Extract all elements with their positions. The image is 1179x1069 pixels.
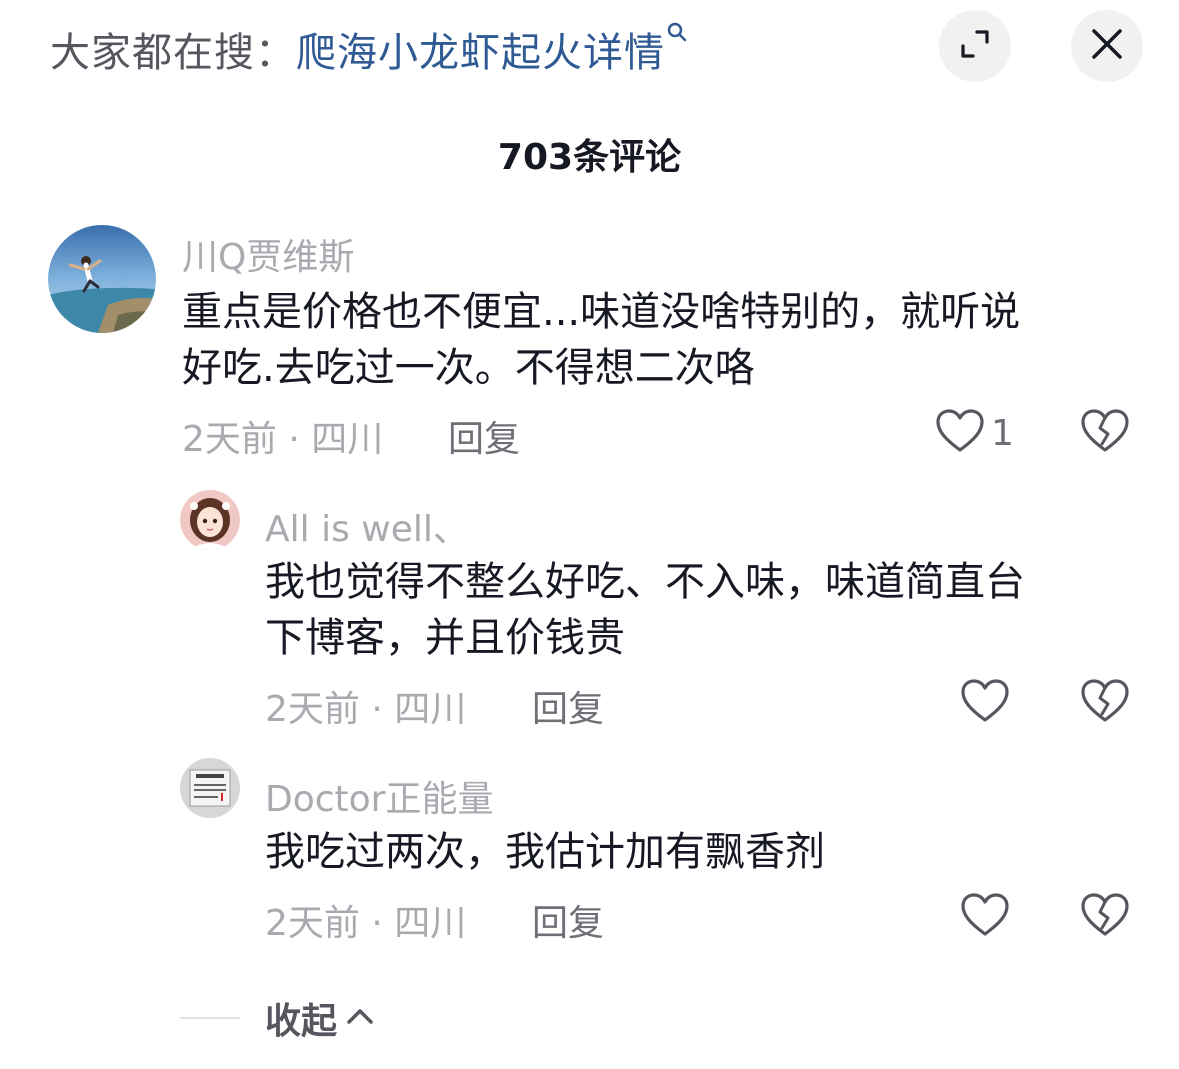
comment-text-line: 好吃.去吃过一次。不得想二次咯 [182, 345, 755, 391]
heart-icon [960, 678, 1010, 728]
comment-username[interactable]: All is well、 [265, 500, 469, 552]
close-button[interactable] [1071, 10, 1143, 82]
collapse-replies-row: 收起 [180, 990, 375, 1046]
heart-icon [960, 892, 1010, 942]
comment-count-title: 703条评论 [497, 137, 682, 178]
comment-text: 我也觉得不整么好吃、不入味，味道简直台 下博客，并且价钱贵 [265, 554, 1145, 666]
search-suggestion[interactable]: 大家都在搜：爬海小龙虾起火详情 [50, 20, 689, 78]
comment-text-line: 我也觉得不整么好吃、不入味，味道简直台 [265, 559, 1025, 605]
heart-icon [935, 408, 985, 458]
like-count: 1 [991, 412, 1014, 454]
search-icon [667, 20, 689, 50]
reply-button[interactable]: 回复 [532, 894, 604, 946]
dislike-button[interactable] [1080, 678, 1130, 728]
chevron-up-icon[interactable] [345, 1005, 375, 1031]
dislike-button[interactable] [1080, 408, 1130, 458]
collapse-replies-button[interactable]: 收起 [265, 992, 337, 1044]
expand-icon [957, 26, 993, 66]
dislike-button[interactable] [1080, 892, 1130, 942]
comment-item: 川Q贾维斯 重点是价格也不便宜...味道没啥特别的，就听说 好吃.去吃过一次。不… [0, 222, 1179, 462]
like-button[interactable]: 1 [935, 408, 1014, 458]
comment-meta: 2天前 · 四川 [182, 419, 384, 460]
comment-text: 我吃过两次，我估计加有飘香剂 [265, 824, 1145, 880]
search-prefix-label: 大家都在搜： [50, 30, 296, 76]
comment-meta: 2天前 · 四川 [265, 903, 467, 944]
like-button[interactable] [960, 892, 1016, 942]
comment-text-line: 下博客，并且价钱贵 [265, 615, 625, 661]
divider [180, 1017, 240, 1019]
broken-heart-icon [1080, 679, 1130, 728]
top-bar: 大家都在搜：爬海小龙虾起火详情 [0, 0, 1179, 100]
comment-username[interactable]: 川Q贾维斯 [182, 228, 354, 280]
avatar[interactable] [180, 758, 240, 818]
close-icon [1089, 26, 1125, 66]
broken-heart-icon [1080, 409, 1130, 458]
broken-heart-icon [1080, 893, 1130, 942]
avatar[interactable] [48, 225, 156, 333]
comment-username[interactable]: Doctor正能量 [265, 770, 493, 822]
reply-comment-item: All is well、 我也觉得不整么好吃、不入味，味道简直台 下博客，并且价… [0, 488, 1179, 738]
expand-button[interactable] [939, 10, 1011, 82]
avatar[interactable] [180, 490, 240, 550]
comment-text-line: 重点是价格也不便宜...味道没啥特别的，就听说 [182, 289, 1021, 335]
comment-text: 重点是价格也不便宜...味道没啥特别的，就听说 好吃.去吃过一次。不得想二次咯 [182, 284, 1142, 396]
reply-button[interactable]: 回复 [448, 410, 520, 462]
reply-button[interactable]: 回复 [532, 680, 604, 732]
search-term-link[interactable]: 爬海小龙虾起火详情 [296, 30, 665, 76]
reply-comment-item: Doctor正能量 我吃过两次，我估计加有飘香剂 2天前 · 四川 回复 [0, 756, 1179, 956]
like-button[interactable] [960, 678, 1016, 728]
comment-meta: 2天前 · 四川 [265, 689, 467, 730]
comment-text-line: 我吃过两次，我估计加有飘香剂 [265, 829, 825, 875]
